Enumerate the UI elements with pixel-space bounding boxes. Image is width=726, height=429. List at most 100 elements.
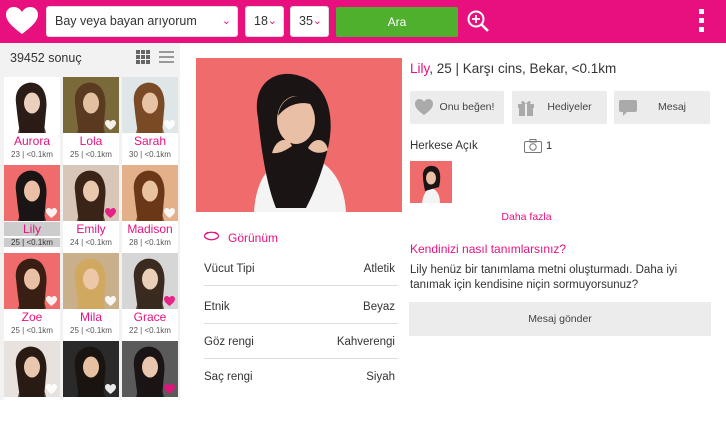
portrait-image <box>196 58 402 212</box>
result-name: Aurora <box>13 134 51 148</box>
result-card[interactable]: Grace 22 | <0.1km <box>122 253 178 341</box>
result-card[interactable]: Mila 25 | <0.1km <box>63 253 119 341</box>
heart-icon[interactable] <box>46 208 57 218</box>
send-message-button[interactable]: Mesaj gönder <box>409 302 711 336</box>
heart-icon[interactable] <box>164 208 175 218</box>
describe-text: Lily henüz bir tanımlama metni oluşturma… <box>410 264 678 291</box>
gender-select-value: Bay veya bayan arıyorum <box>55 14 197 28</box>
attribute-row: Vücut Tipi Atletik <box>204 252 398 286</box>
describe-question: Kendinizi nasıl tanımlarsınız? <box>410 242 567 256</box>
gifts-label: Hediyeler <box>547 101 592 113</box>
appearance-heading: Görünüm <box>228 231 279 245</box>
result-name: Zoe <box>21 310 43 324</box>
result-card[interactable]: Emily 24 | <0.1km <box>63 165 119 253</box>
photo-count: 1 <box>546 140 553 152</box>
result-name: Emily <box>76 222 106 236</box>
attribute-row: Göz rengi Kahverengi <box>204 325 398 359</box>
result-name: Sarah <box>133 134 167 148</box>
result-card[interactable] <box>122 341 178 429</box>
profile-name: Lily <box>410 61 430 76</box>
result-photo <box>4 165 60 221</box>
chevron-down-icon: ⌄ <box>221 15 231 27</box>
result-card[interactable]: Lily 25 | <0.1km <box>4 165 60 253</box>
age-min-select[interactable]: 18 ⌄ <box>245 6 284 37</box>
eye-icon <box>204 231 219 241</box>
result-meta: 25 | <0.1km <box>4 238 60 247</box>
liked-heart-icon[interactable] <box>164 296 175 306</box>
message-label: Mesaj <box>657 101 686 113</box>
result-photo <box>122 77 178 133</box>
result-photo <box>4 77 60 133</box>
attribute-label: Göz rengi <box>204 336 254 348</box>
results-count: 39452 sonuç <box>10 51 82 65</box>
result-name: Lola <box>79 134 103 148</box>
result-photo <box>63 77 119 133</box>
more-link[interactable]: Daha fazla <box>410 211 643 223</box>
result-card[interactable] <box>4 341 60 429</box>
age-max-value: 35 <box>299 14 313 28</box>
result-photo <box>4 253 60 309</box>
like-label: Onu beğen! <box>439 101 495 113</box>
result-meta: 30 | <0.1km <box>129 150 171 159</box>
heart-icon[interactable] <box>46 296 57 306</box>
attribute-value: Siyah <box>366 371 395 383</box>
message-button[interactable]: Mesaj <box>614 91 710 124</box>
public-photos-label: Herkese Açık <box>410 140 478 152</box>
result-photo <box>4 341 60 397</box>
like-button[interactable]: Onu beğen! <box>410 91 504 124</box>
result-photo <box>63 253 119 309</box>
result-meta: 28 | <0.1km <box>129 238 171 247</box>
result-meta: 25 | <0.1km <box>70 150 112 159</box>
result-card[interactable]: Zoe 25 | <0.1km <box>4 253 60 341</box>
result-card[interactable] <box>63 341 119 429</box>
age-min-value: 18 <box>254 14 268 28</box>
result-card[interactable]: Sarah 30 | <0.1km <box>122 77 178 165</box>
result-meta: 23 | <0.1km <box>11 150 53 159</box>
heart-icon[interactable] <box>105 384 116 394</box>
heart-icon[interactable] <box>105 296 116 306</box>
heart-icon[interactable] <box>105 120 116 130</box>
heart-icon[interactable] <box>46 384 57 394</box>
heart-logo-icon[interactable] <box>6 7 38 35</box>
result-photo <box>63 341 119 397</box>
result-name: Madison <box>127 222 173 236</box>
photo-thumbnail[interactable] <box>410 161 452 203</box>
result-photo <box>122 165 178 221</box>
attribute-value: Atletik <box>363 263 395 275</box>
list-view-icon[interactable] <box>159 50 174 64</box>
age-max-select[interactable]: 35 ⌄ <box>290 6 329 37</box>
profile-main-photo[interactable] <box>196 58 402 212</box>
attribute-label: Etnik <box>204 301 230 313</box>
result-meta: 25 | <0.1km <box>11 326 53 335</box>
gender-select[interactable]: Bay veya bayan arıyorum ⌄ <box>46 6 238 37</box>
attribute-value: Kahverengi <box>336 336 395 348</box>
heart-icon[interactable] <box>46 120 57 130</box>
profile-header: Lily, 25 | Karşı cins, Bekar, <0.1km <box>410 61 616 76</box>
result-meta: 24 | <0.1km <box>70 238 112 247</box>
attribute-row: Saç rengi Siyah <box>204 360 398 394</box>
attribute-label: Saç rengi <box>204 371 253 383</box>
portrait-thumbnail-image <box>410 161 452 203</box>
zoom-in-icon[interactable] <box>466 9 490 33</box>
attribute-value: Beyaz <box>363 301 395 313</box>
liked-heart-icon[interactable] <box>105 208 116 218</box>
overflow-menu-icon[interactable] <box>696 9 706 35</box>
search-button[interactable]: Ara <box>336 7 458 37</box>
profile-summary: , 25 | Karşı cins, Bekar, <0.1km <box>429 61 617 76</box>
result-card[interactable]: Lola 25 | <0.1km <box>63 77 119 165</box>
attribute-row: Etnik Beyaz <box>204 290 398 324</box>
result-card[interactable]: Aurora 23 | <0.1km <box>4 77 60 165</box>
heart-icon[interactable] <box>164 120 175 130</box>
result-photo <box>122 253 178 309</box>
attribute-label: Vücut Tipi <box>204 263 255 275</box>
result-card[interactable]: Madison 28 | <0.1km <box>122 165 178 253</box>
gifts-button[interactable]: Hediyeler <box>512 91 607 124</box>
grid-view-icon[interactable] <box>136 50 150 64</box>
result-photo <box>122 341 178 397</box>
chevron-down-icon: ⌄ <box>312 15 322 27</box>
chevron-down-icon: ⌄ <box>267 15 277 27</box>
liked-heart-icon[interactable] <box>164 384 175 394</box>
result-name: Lily <box>4 222 60 236</box>
result-meta: 22 | <0.1km <box>129 326 171 335</box>
result-meta: 25 | <0.1km <box>70 326 112 335</box>
